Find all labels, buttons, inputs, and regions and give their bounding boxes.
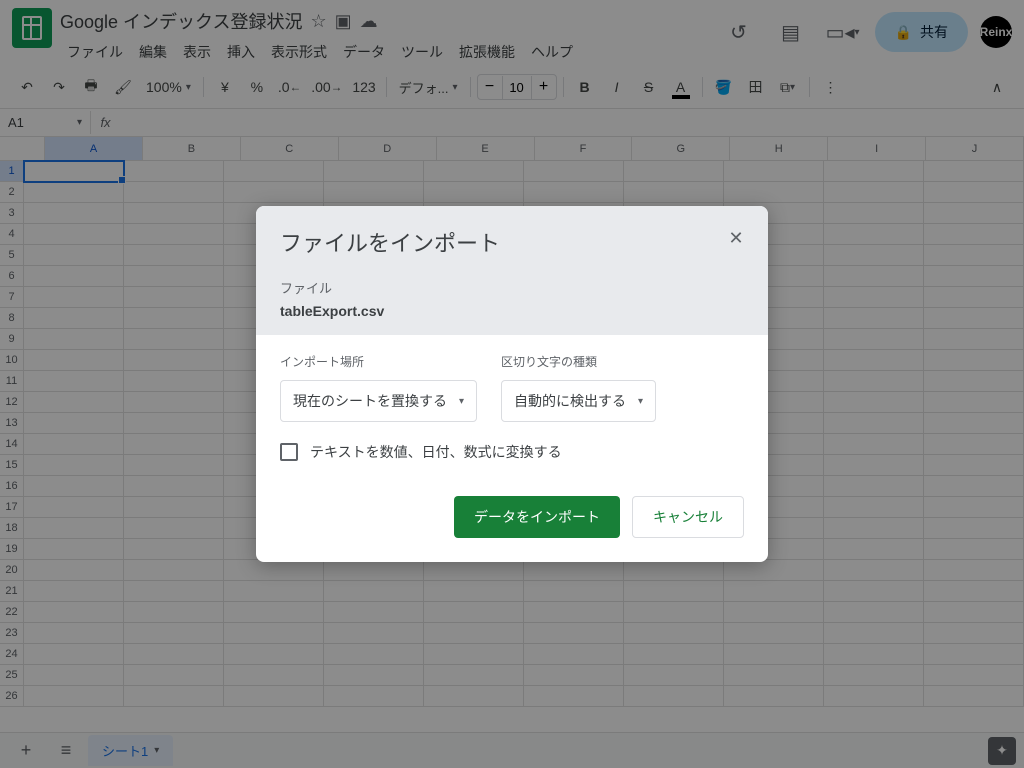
- chevron-down-icon: ▾: [638, 396, 643, 407]
- separator-label: 区切り文字の種類: [501, 353, 656, 370]
- import-dialog: ファイルをインポート ✕ ファイル tableExport.csv インポート場…: [256, 206, 768, 562]
- file-name: tableExport.csv: [280, 303, 744, 319]
- import-location-value: 現在のシートを置換する: [293, 391, 447, 411]
- chevron-down-icon: ▾: [459, 396, 464, 407]
- import-location-select[interactable]: 現在のシートを置換する ▾: [280, 380, 477, 422]
- separator-value: 自動的に検出する: [514, 391, 626, 411]
- import-data-button[interactable]: データをインポート: [454, 496, 620, 538]
- close-icon[interactable]: ✕: [720, 222, 752, 254]
- import-location-label: インポート場所: [280, 353, 477, 370]
- file-section-label: ファイル: [280, 278, 744, 297]
- separator-select[interactable]: 自動的に検出する ▾: [501, 380, 656, 422]
- modal-overlay: ファイルをインポート ✕ ファイル tableExport.csv インポート場…: [0, 0, 1024, 768]
- convert-text-label: テキストを数値、日付、数式に変換する: [310, 442, 562, 462]
- dialog-title: ファイルをインポート: [280, 226, 744, 258]
- convert-text-checkbox[interactable]: [280, 443, 298, 461]
- cancel-button[interactable]: キャンセル: [632, 496, 744, 538]
